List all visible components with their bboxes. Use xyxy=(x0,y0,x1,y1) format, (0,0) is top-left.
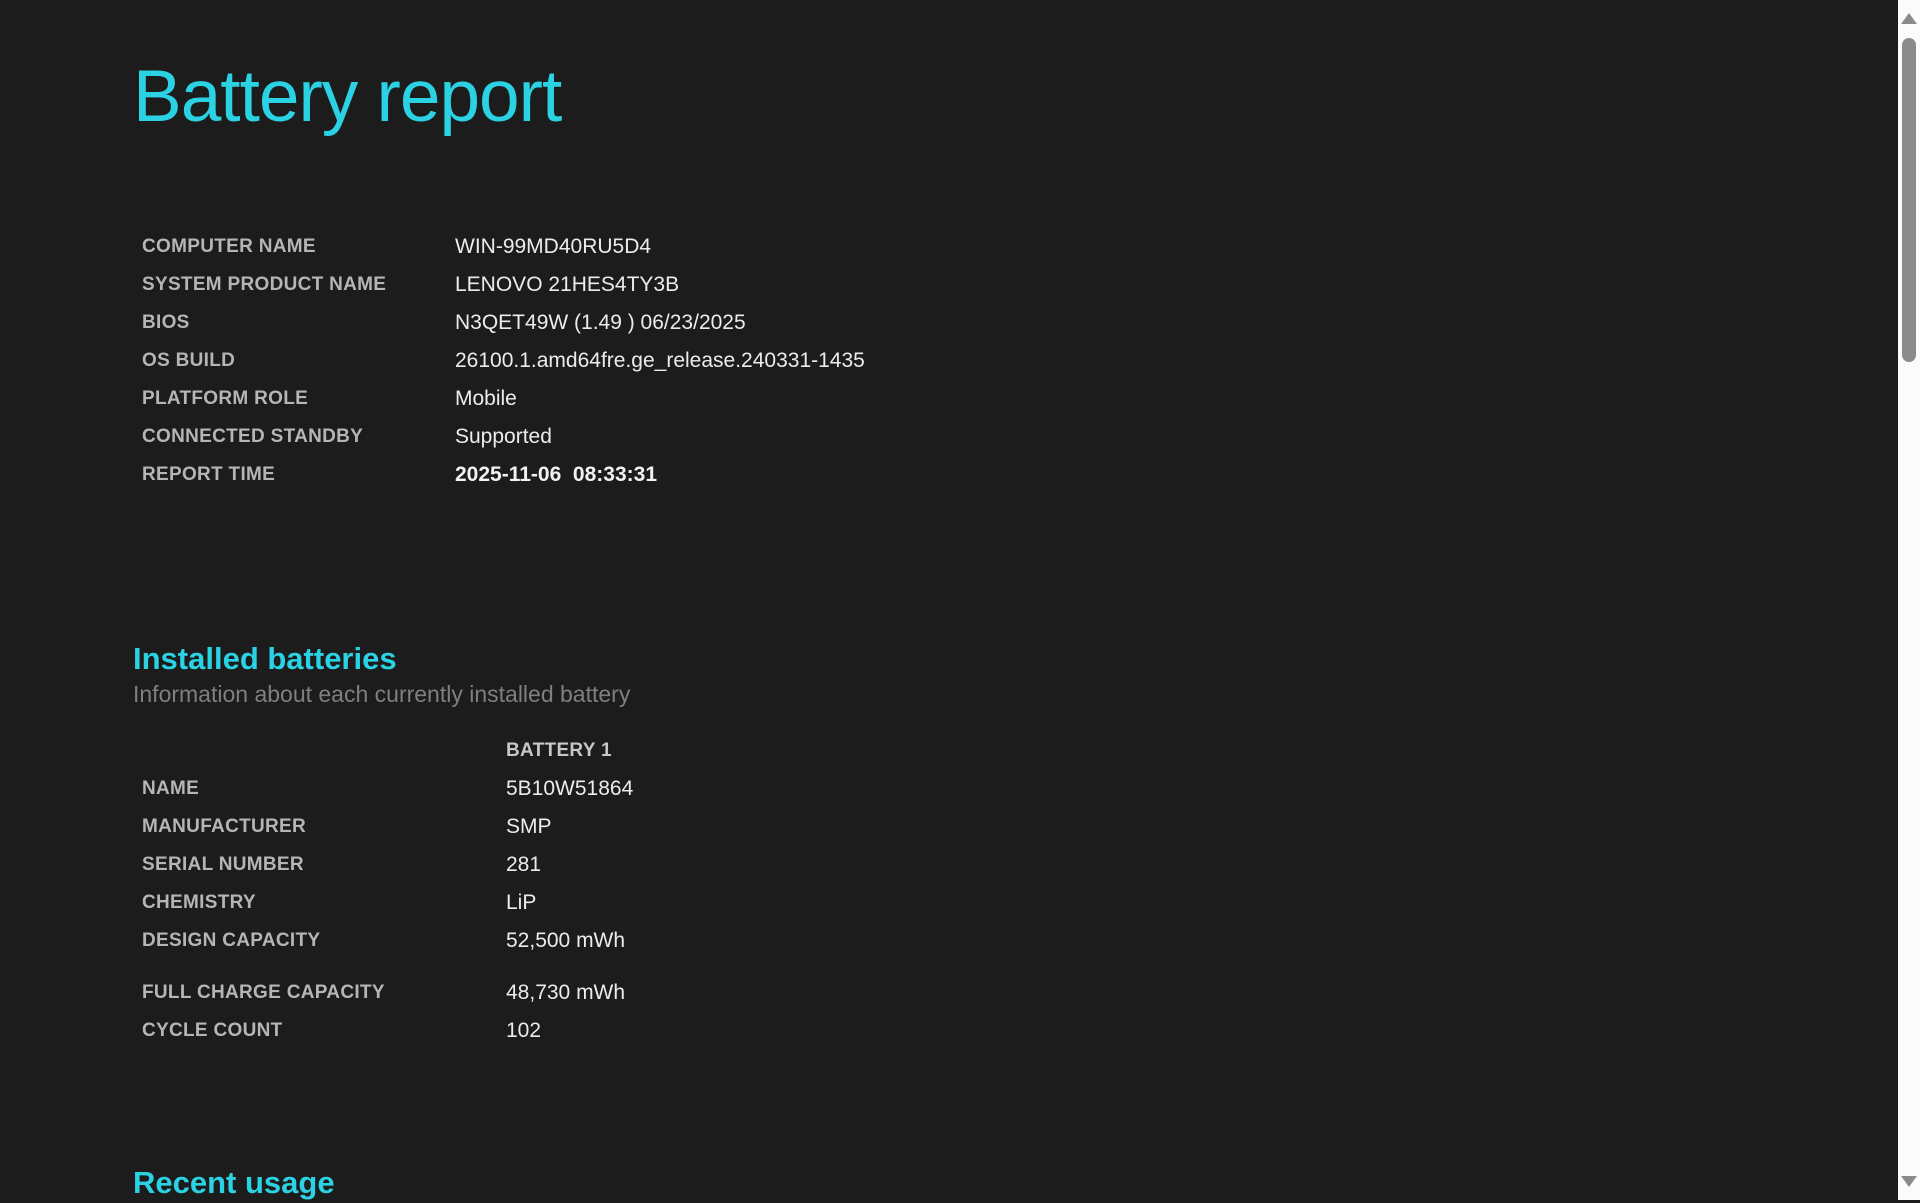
scrollbar-up-arrow-icon[interactable] xyxy=(1901,13,1917,24)
table-row: BIOS N3QET49W (1.49 ) 06/23/2025 xyxy=(133,304,1733,342)
row-value-bios: N3QET49W (1.49 ) 06/23/2025 xyxy=(455,311,746,334)
row-label-cycle-count: CYCLE COUNT xyxy=(142,1020,283,1041)
vertical-scrollbar[interactable] xyxy=(1898,0,1920,1200)
row-label-serial-number: SERIAL NUMBER xyxy=(142,854,304,875)
row-label-system-product-name: SYSTEM PRODUCT NAME xyxy=(142,274,387,295)
section-heading-recent-usage: Recent usage xyxy=(133,1165,335,1200)
row-label-full-charge-capacity: FULL CHARGE CAPACITY xyxy=(142,982,385,1003)
row-value-serial-number: 281 xyxy=(506,853,542,876)
row-label-computer-name: COMPUTER NAME xyxy=(142,236,316,257)
table-row: OS BUILD 26100.1.amd64fre.ge_release.240… xyxy=(133,342,1733,380)
battery-column-header-row: BATTERY 1 xyxy=(133,732,1733,770)
page-title: Battery report xyxy=(133,56,562,137)
row-value-platform-role: Mobile xyxy=(455,387,517,410)
table-row: PLATFORM ROLE Mobile xyxy=(133,380,1733,418)
table-row: COMPUTER NAME WIN-99MD40RU5D4 xyxy=(133,228,1733,266)
section-subtitle-installed-batteries: Information about each currently install… xyxy=(133,681,631,707)
row-value-system-product-name: LENOVO 21HES4TY3B xyxy=(455,273,680,296)
installed-batteries-table: BATTERY 1 NAME 5B10W51864 MANUFACTURER S… xyxy=(133,732,1733,1050)
table-row: CONNECTED STANDBY Supported xyxy=(133,418,1733,456)
table-row: DESIGN CAPACITY 52,500 mWh xyxy=(133,922,1733,960)
system-info-table: COMPUTER NAME WIN-99MD40RU5D4 SYSTEM PRO… xyxy=(133,228,1733,494)
row-value-report-time: 2025-11-06 08:33:31 xyxy=(455,463,657,486)
row-label-connected-standby: CONNECTED STANDBY xyxy=(142,426,364,447)
table-row: NAME 5B10W51864 xyxy=(133,770,1733,808)
scrollbar-thumb[interactable] xyxy=(1902,38,1916,362)
row-label-manufacturer: MANUFACTURER xyxy=(142,816,307,837)
scrollbar-down-arrow-icon[interactable] xyxy=(1901,1176,1917,1187)
table-row: REPORT TIME 2025-11-06 08:33:31 xyxy=(133,456,1733,494)
row-label-report-time: REPORT TIME xyxy=(142,464,276,485)
row-label-bios: BIOS xyxy=(142,312,190,333)
table-row: CHEMISTRY LiP xyxy=(133,884,1733,922)
table-row: CYCLE COUNT 102 xyxy=(133,1012,1733,1050)
row-value-cycle-count: 102 xyxy=(506,1019,542,1042)
table-row: SERIAL NUMBER 281 xyxy=(133,846,1733,884)
row-value-computer-name: WIN-99MD40RU5D4 xyxy=(455,235,652,258)
row-value-connected-standby: Supported xyxy=(455,425,552,448)
row-value-chemistry: LiP xyxy=(506,891,537,914)
row-label-design-capacity: DESIGN CAPACITY xyxy=(142,930,321,951)
battery-1-column-header: BATTERY 1 xyxy=(506,740,612,761)
row-value-full-charge-capacity: 48,730 mWh xyxy=(506,981,626,1004)
row-value-design-capacity: 52,500 mWh xyxy=(506,929,626,952)
row-value-os-build: 26100.1.amd64fre.ge_release.240331-1435 xyxy=(455,349,865,372)
row-label-platform-role: PLATFORM ROLE xyxy=(142,388,309,409)
row-value-name: 5B10W51864 xyxy=(506,777,634,800)
row-label-name: NAME xyxy=(142,778,200,799)
battery-report-page: Battery report COMPUTER NAME WIN-99MD40R… xyxy=(133,0,1733,1203)
row-label-os-build: OS BUILD xyxy=(142,350,236,371)
row-value-manufacturer: SMP xyxy=(506,815,552,838)
table-row: SYSTEM PRODUCT NAME LENOVO 21HES4TY3B xyxy=(133,266,1733,304)
row-label-chemistry: CHEMISTRY xyxy=(142,892,256,913)
table-row: FULL CHARGE CAPACITY 48,730 mWh xyxy=(133,974,1733,1012)
section-heading-installed-batteries: Installed batteries xyxy=(133,641,397,676)
table-row: MANUFACTURER SMP xyxy=(133,808,1733,846)
